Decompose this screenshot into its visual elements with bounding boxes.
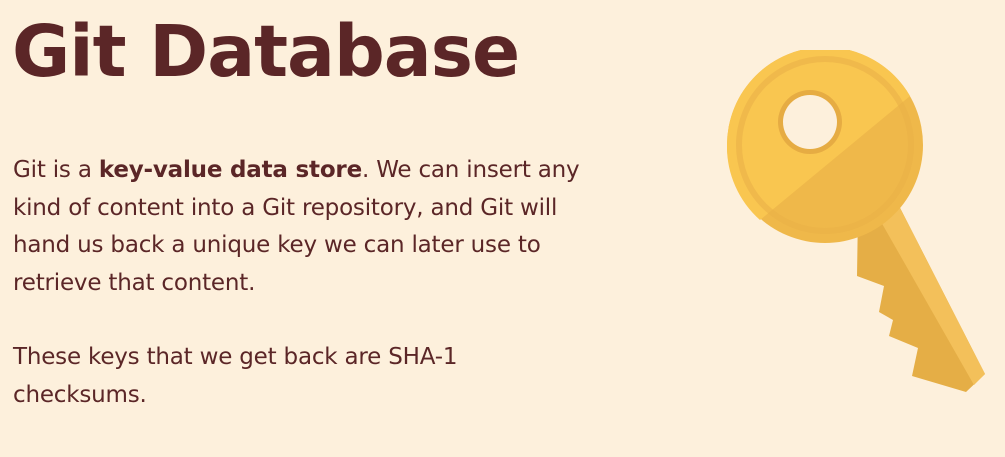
slide-title: Git Database xyxy=(12,10,520,93)
key-icon xyxy=(726,50,985,392)
slide: Git Database Git is a key-value data sto… xyxy=(0,0,1005,457)
paragraph-key-value: Git is a key-value data store. We can in… xyxy=(13,152,593,302)
key-head xyxy=(726,50,923,243)
slide-body: Git is a key-value data store. We can in… xyxy=(13,152,593,414)
paragraph-sha1: These keys that we get back are SHA-1 ch… xyxy=(13,344,458,408)
paragraph-1-bold: key-value data store xyxy=(98,157,362,183)
paragraph-1-prefix: Git is a xyxy=(13,157,99,183)
